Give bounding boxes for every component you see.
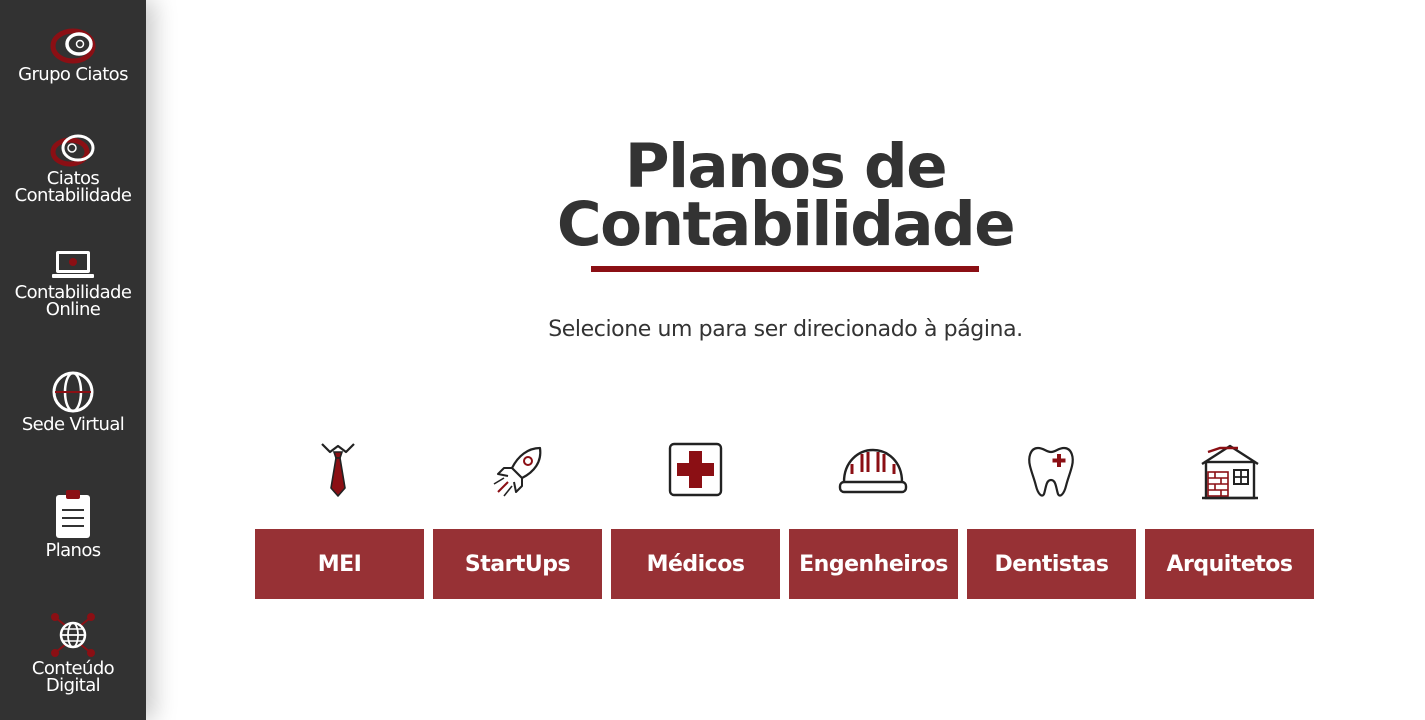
sidebar-item-planos[interactable]: Planos <box>0 488 146 561</box>
plan-button-startups[interactable]: StartUps <box>433 529 602 599</box>
plan-button-mei[interactable]: MEI <box>255 529 424 599</box>
clipboard-icon <box>56 490 90 538</box>
page-subtitle: Selecione um para ser direcionado à pági… <box>548 317 1023 342</box>
laptop-icon <box>52 251 94 278</box>
plan-button-engenheiros[interactable]: Engenheiros <box>789 529 958 599</box>
main-content: Planos de Contabilidade Selecione um par… <box>146 0 1425 720</box>
sidebar-item-conteudo-digital[interactable]: Conteúdo Digital <box>0 612 146 696</box>
sidebar: Grupo Ciatos Ciatos Contabilidade Contab… <box>0 0 146 720</box>
network-globe-icon <box>51 613 95 657</box>
page-title-line-2: Contabilidade <box>556 188 1016 260</box>
rocket-icon[interactable] <box>490 444 548 500</box>
sidebar-item-label: Planos <box>45 540 101 561</box>
sidebar-item-label-2: Contabilidade <box>14 185 132 206</box>
page-title: Planos de Contabilidade <box>146 130 1425 260</box>
plan-button-arquitetos[interactable]: Arquitetos <box>1145 529 1314 599</box>
page-title-line-1: Planos de <box>624 130 948 202</box>
sidebar-item-label: Grupo Ciatos <box>18 64 128 85</box>
title-divider <box>591 266 979 272</box>
grupo-ciatos-logo-icon <box>50 28 96 64</box>
sidebar-item-grupo-ciatos[interactable]: Grupo Ciatos <box>0 28 146 85</box>
sidebar-item-label-2: Digital <box>45 675 101 696</box>
plan-button-dentistas[interactable]: Dentistas <box>967 529 1136 599</box>
medical-cross-icon[interactable] <box>668 442 724 498</box>
sidebar-item-ciatos-contabilidade[interactable]: Ciatos Contabilidade <box>0 132 146 206</box>
ciatos-contabilidade-logo-icon <box>50 134 95 167</box>
sidebar-item-sede-virtual[interactable]: Sede Virtual <box>0 370 146 435</box>
sidebar-item-label-2: Online <box>45 299 101 320</box>
plan-button-medicos[interactable]: Médicos <box>611 529 780 599</box>
sidebar-item-label: Sede Virtual <box>21 414 125 435</box>
tie-icon[interactable] <box>320 440 356 500</box>
globe-icon <box>52 371 94 413</box>
sidebar-item-contabilidade-online[interactable]: Contabilidade Online <box>0 248 146 320</box>
hard-hat-icon[interactable] <box>838 444 908 498</box>
tooth-icon[interactable] <box>1026 444 1076 500</box>
house-icon[interactable] <box>1198 442 1262 504</box>
